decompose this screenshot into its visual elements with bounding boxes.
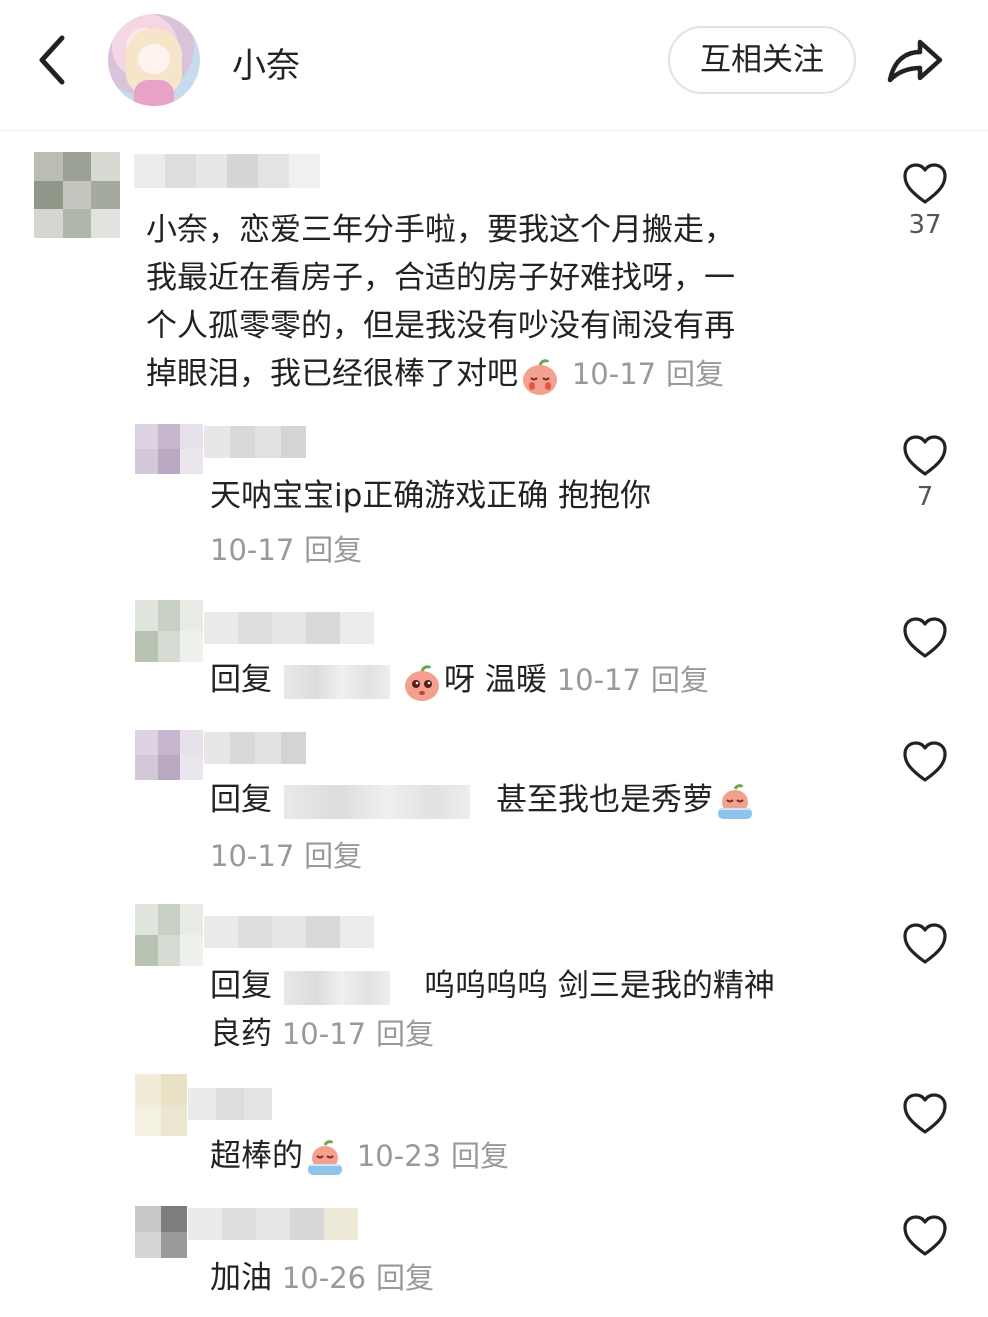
comment-text: 回复 呀 温暖 10-17 回复 bbox=[210, 656, 709, 704]
reply-button[interactable]: 回复 bbox=[376, 1261, 434, 1295]
like-button[interactable] bbox=[895, 920, 955, 970]
like-button[interactable] bbox=[895, 738, 955, 788]
mentioned-name-blurred[interactable] bbox=[284, 970, 390, 1005]
like-button[interactable]: 7 bbox=[895, 432, 955, 512]
chevron-left-icon[interactable] bbox=[28, 28, 78, 92]
share-arrow-icon[interactable] bbox=[884, 30, 946, 92]
crying-peach-emoji bbox=[520, 356, 560, 396]
like-count: 7 bbox=[916, 482, 934, 512]
comment-meta: 10-17 回复 bbox=[210, 839, 363, 873]
commenter-avatar[interactable] bbox=[34, 152, 120, 238]
like-button[interactable]: 37 bbox=[895, 160, 955, 240]
like-button[interactable] bbox=[895, 1090, 955, 1140]
reply-button[interactable]: 回复 bbox=[304, 533, 362, 567]
reply-button[interactable]: 回复 bbox=[651, 663, 709, 697]
heart-outline-icon bbox=[903, 923, 947, 964]
avatar[interactable] bbox=[108, 14, 200, 106]
heart-outline-icon bbox=[903, 1093, 947, 1134]
commenter-name-blurred[interactable] bbox=[134, 154, 320, 188]
commenter-name-blurred[interactable] bbox=[204, 612, 374, 644]
like-button[interactable] bbox=[895, 614, 955, 664]
crying-peach-in-bath-emoji bbox=[715, 782, 755, 822]
heart-outline-icon bbox=[903, 435, 947, 476]
commenter-avatar[interactable] bbox=[135, 600, 203, 662]
crying-peach-in-bath-emoji bbox=[305, 1138, 345, 1178]
commenter-avatar[interactable] bbox=[135, 904, 203, 966]
commenter-name-blurred[interactable] bbox=[204, 732, 306, 764]
reply-button[interactable]: 回复 bbox=[451, 1139, 509, 1173]
comment-text-line2: 良药 10-17 回复 bbox=[210, 1016, 435, 1052]
heart-outline-icon bbox=[903, 617, 947, 658]
reply-button[interactable]: 回复 bbox=[376, 1017, 434, 1051]
comment-text: 小奈，恋爱三年分手啦，要我这个月搬走， 我最近在看房子，合适的房子好难找呀，一 … bbox=[146, 206, 735, 398]
commenter-avatar[interactable] bbox=[135, 1206, 187, 1258]
commenter-avatar[interactable] bbox=[135, 424, 203, 474]
commenter-name-blurred[interactable] bbox=[188, 1088, 272, 1120]
nickname[interactable]: 小奈 bbox=[232, 38, 300, 87]
commenter-avatar[interactable] bbox=[135, 730, 203, 780]
pleading-peach-emoji bbox=[402, 662, 442, 702]
mentioned-name-blurred[interactable] bbox=[284, 664, 390, 699]
reply-button[interactable]: 回复 bbox=[666, 357, 724, 391]
reply-button[interactable]: 回复 bbox=[304, 839, 362, 873]
top-bar: 小奈 互相关注 bbox=[0, 0, 988, 131]
comment-text: 回复 甚至我也是秀萝 bbox=[210, 776, 757, 824]
like-count: 37 bbox=[908, 210, 942, 240]
like-button[interactable] bbox=[895, 1212, 955, 1262]
comment-meta: 10-17 回复 bbox=[210, 533, 363, 567]
heart-outline-icon bbox=[903, 741, 947, 782]
heart-outline-icon bbox=[903, 1215, 947, 1256]
commenter-name-blurred[interactable] bbox=[204, 916, 374, 948]
commenter-name-blurred[interactable] bbox=[204, 426, 306, 458]
comment-text: 加油 10-26 回复 bbox=[210, 1260, 435, 1296]
comment-text: 超棒的 10-23 回复 bbox=[210, 1132, 509, 1180]
commenter-avatar[interactable] bbox=[135, 1074, 187, 1136]
heart-outline-icon bbox=[903, 163, 947, 204]
mentioned-name-blurred[interactable] bbox=[284, 784, 470, 819]
commenter-name-blurred[interactable] bbox=[188, 1208, 358, 1240]
comment-text: 天呐宝宝ip正确游戏正确 抱抱你 bbox=[210, 478, 652, 514]
comment-text: 回复 呜呜呜呜 剑三是我的精神 bbox=[210, 968, 775, 1005]
mutual-follow-button[interactable]: 互相关注 bbox=[668, 26, 856, 94]
